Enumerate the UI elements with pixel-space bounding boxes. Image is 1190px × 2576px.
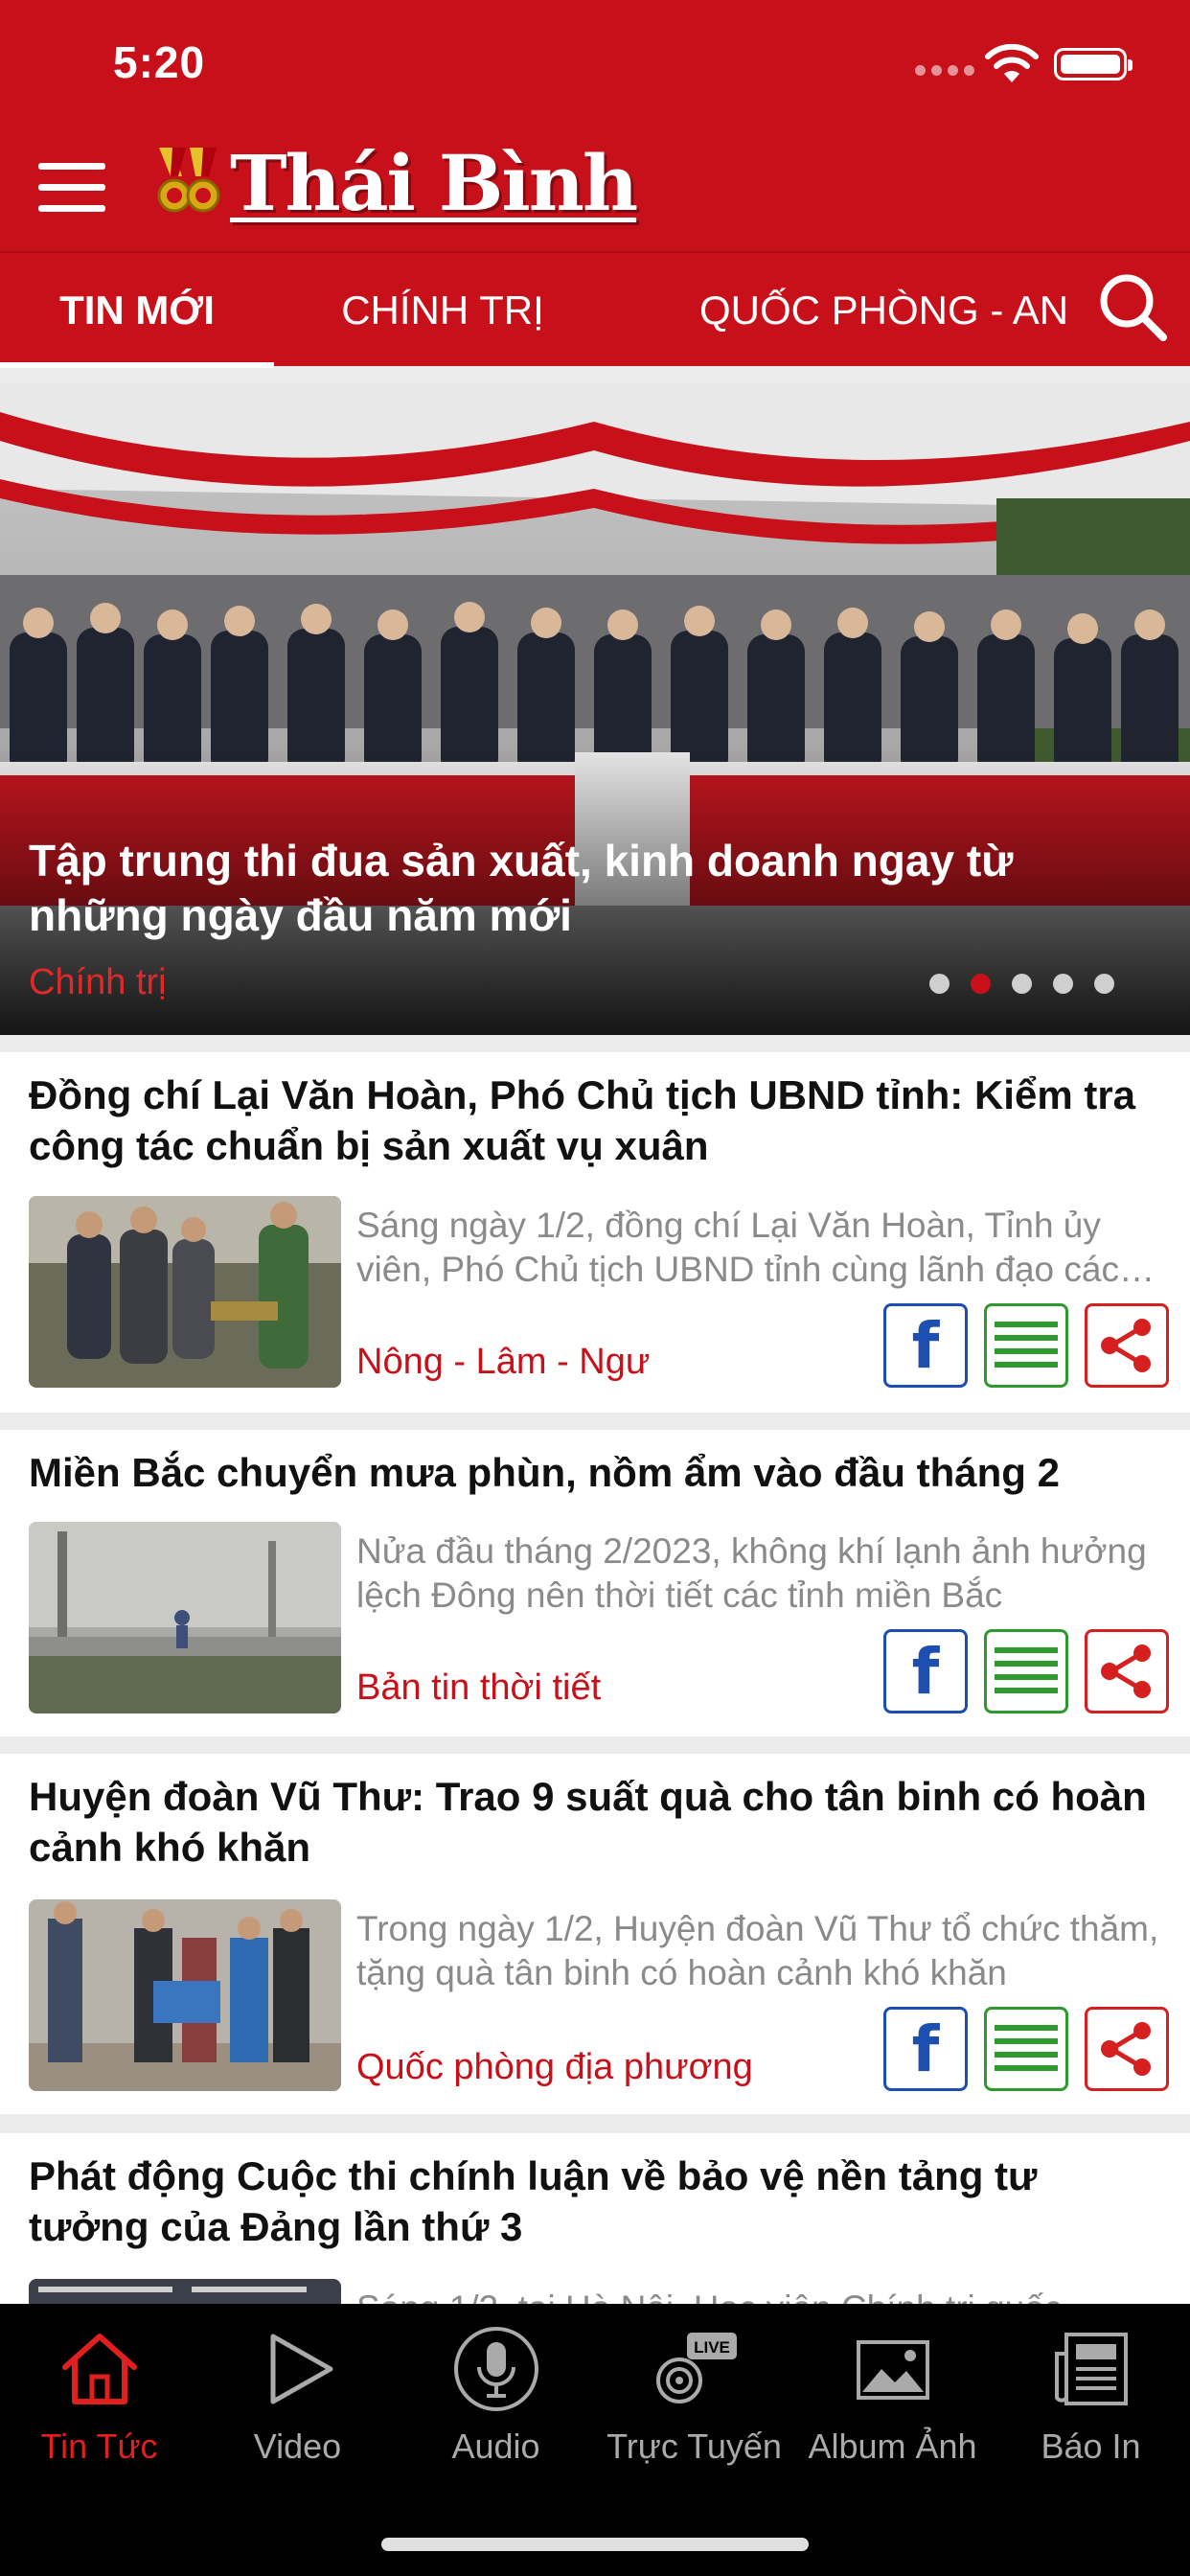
bottom-navigation: Tin Tức Video Audio LIVE Trực Tuyến Albu… bbox=[0, 2304, 1190, 2576]
nav-label: Trực Tuyến bbox=[606, 2426, 782, 2466]
article-category[interactable]: Nông - Lâm - Ngư bbox=[356, 1342, 650, 1383]
article-summary: Nửa đầu tháng 2/2023, không khí lạnh ảnh… bbox=[356, 1531, 1147, 1615]
article-card[interactable]: Miền Bắc chuyển mưa phùn, nồm ẩm vào đầu… bbox=[0, 1430, 1190, 1736]
article-actions: f bbox=[883, 2007, 1169, 2091]
carousel-dot[interactable] bbox=[1012, 974, 1032, 994]
facebook-share-button[interactable]: f bbox=[883, 2007, 968, 2091]
hero-category[interactable]: Chính trị bbox=[29, 962, 167, 1003]
medal-emblem-icon bbox=[157, 148, 220, 213]
article-thumbnail[interactable] bbox=[29, 1196, 341, 1388]
article-thumbnail[interactable] bbox=[29, 1522, 341, 1714]
live-icon: LIVE bbox=[655, 2333, 737, 2404]
tab-quoc-phong-an-ninh[interactable]: QUỐC PHÒNG - AN NINH bbox=[611, 253, 1077, 368]
article-category[interactable]: Quốc phòng địa phương bbox=[356, 2047, 753, 2088]
newspaper-icon bbox=[1054, 2333, 1128, 2405]
nav-label: Album Ảnh bbox=[808, 2426, 977, 2466]
wifi-icon bbox=[985, 43, 1039, 82]
status-bar: 5:20 bbox=[0, 0, 1190, 125]
carousel-dot[interactable] bbox=[929, 974, 950, 994]
nav-label: Audio bbox=[451, 2426, 540, 2466]
share-button[interactable] bbox=[1085, 1303, 1169, 1388]
signal-icon bbox=[915, 65, 974, 76]
carousel-dot[interactable] bbox=[1094, 974, 1114, 994]
nav-truc-tuyen[interactable]: LIVE Trực Tuyến bbox=[595, 2321, 793, 2484]
share-button[interactable] bbox=[1085, 2007, 1169, 2091]
facebook-icon: f bbox=[911, 1308, 940, 1383]
carousel-indicator[interactable] bbox=[929, 974, 1114, 994]
status-time: 5:20 bbox=[113, 37, 206, 87]
play-icon bbox=[270, 2334, 332, 2404]
article-card[interactable]: Huyện đoàn Vũ Thư: Trao 9 suất quà cho t… bbox=[0, 1754, 1190, 2114]
list-icon bbox=[995, 1647, 1058, 1693]
list-icon bbox=[995, 1322, 1058, 1368]
nav-label: Video bbox=[253, 2426, 342, 2466]
nav-tin-tuc[interactable]: Tin Tức bbox=[0, 2321, 198, 2484]
microphone-icon bbox=[453, 2327, 538, 2411]
article-category[interactable]: Bản tin thời tiết bbox=[356, 1668, 601, 1709]
nav-bao-in[interactable]: Báo In bbox=[992, 2321, 1190, 2484]
app-header: 5:20 Thái Bình TIN MỚI CHÍNH TRỊ QUỐC PH… bbox=[0, 0, 1190, 368]
live-badge: LIVE bbox=[694, 2338, 730, 2357]
tab-chinh-tri[interactable]: CHÍNH TRỊ bbox=[274, 253, 611, 368]
article-title[interactable]: Đồng chí Lại Văn Hoàn, Phó Chủ tịch UBND… bbox=[29, 1070, 1159, 1171]
article-title[interactable]: Phát động Cuộc thi chính luận về bảo vệ … bbox=[29, 2150, 1159, 2252]
facebook-share-button[interactable]: f bbox=[883, 1629, 968, 1714]
list-icon bbox=[995, 2025, 1058, 2071]
nav-label: Tin Tức bbox=[40, 2426, 158, 2466]
nav-audio[interactable]: Audio bbox=[397, 2321, 595, 2484]
image-icon bbox=[856, 2340, 929, 2400]
article-summary: Sáng 1/2, tại Hà Nội, Học viện Chính trị… bbox=[356, 2287, 1171, 2304]
facebook-share-button[interactable]: f bbox=[883, 1303, 968, 1388]
share-icon bbox=[1101, 2022, 1151, 2076]
article-actions: f bbox=[883, 1629, 1169, 1714]
article-title[interactable]: Miền Bắc chuyển mưa phùn, nồm ẩm vào đầu… bbox=[29, 1447, 1159, 1498]
article-thumbnail[interactable] bbox=[29, 2279, 341, 2304]
read-list-button[interactable] bbox=[984, 1629, 1068, 1714]
facebook-icon: f bbox=[911, 2012, 940, 2086]
article-title[interactable]: Huyện đoàn Vũ Thư: Trao 9 suất quà cho t… bbox=[29, 1771, 1159, 1873]
logo-text: Thái Bình bbox=[230, 138, 638, 228]
menu-button[interactable] bbox=[38, 163, 105, 213]
featured-article[interactable]: Tập trung thi đua sản xuất, kinh doanh n… bbox=[0, 383, 1190, 1035]
app-logo: Thái Bình bbox=[153, 138, 638, 228]
carousel-dot-active[interactable] bbox=[971, 974, 991, 994]
article-summary: Trong ngày 1/2, Huyện đoàn Vũ Thư tổ chứ… bbox=[356, 1909, 1159, 1992]
search-icon[interactable] bbox=[1096, 270, 1171, 345]
article-actions: f bbox=[883, 1303, 1169, 1388]
hero-title[interactable]: Tập trung thi đua sản xuất, kinh doanh n… bbox=[29, 834, 1111, 943]
share-icon bbox=[1101, 1644, 1151, 1698]
tab-tin-moi[interactable]: TIN MỚI bbox=[0, 253, 274, 368]
nav-album-anh[interactable]: Album Ảnh bbox=[793, 2321, 992, 2484]
article-summary: Sáng ngày 1/2, đồng chí Lại Văn Hoàn, Tỉ… bbox=[356, 1206, 1119, 1289]
nav-label: Báo In bbox=[1041, 2426, 1141, 2466]
battery-icon bbox=[1054, 48, 1133, 80]
read-list-button[interactable] bbox=[984, 2007, 1068, 2091]
article-card[interactable]: Phát động Cuộc thi chính luận về bảo vệ … bbox=[0, 2133, 1190, 2304]
facebook-icon: f bbox=[911, 1634, 940, 1709]
home-icon bbox=[61, 2334, 137, 2404]
article-thumbnail[interactable] bbox=[29, 1899, 341, 2091]
article-card[interactable]: Đồng chí Lại Văn Hoàn, Phó Chủ tịch UBND… bbox=[0, 1052, 1190, 1413]
share-button[interactable] bbox=[1085, 1629, 1169, 1714]
carousel-dot[interactable] bbox=[1053, 974, 1073, 994]
home-indicator[interactable] bbox=[381, 2538, 809, 2551]
nav-video[interactable]: Video bbox=[198, 2321, 397, 2484]
category-tabs: TIN MỚI CHÍNH TRỊ QUỐC PHÒNG - AN NINH bbox=[0, 251, 1190, 368]
read-list-button[interactable] bbox=[984, 1303, 1068, 1388]
share-icon bbox=[1101, 1319, 1151, 1372]
